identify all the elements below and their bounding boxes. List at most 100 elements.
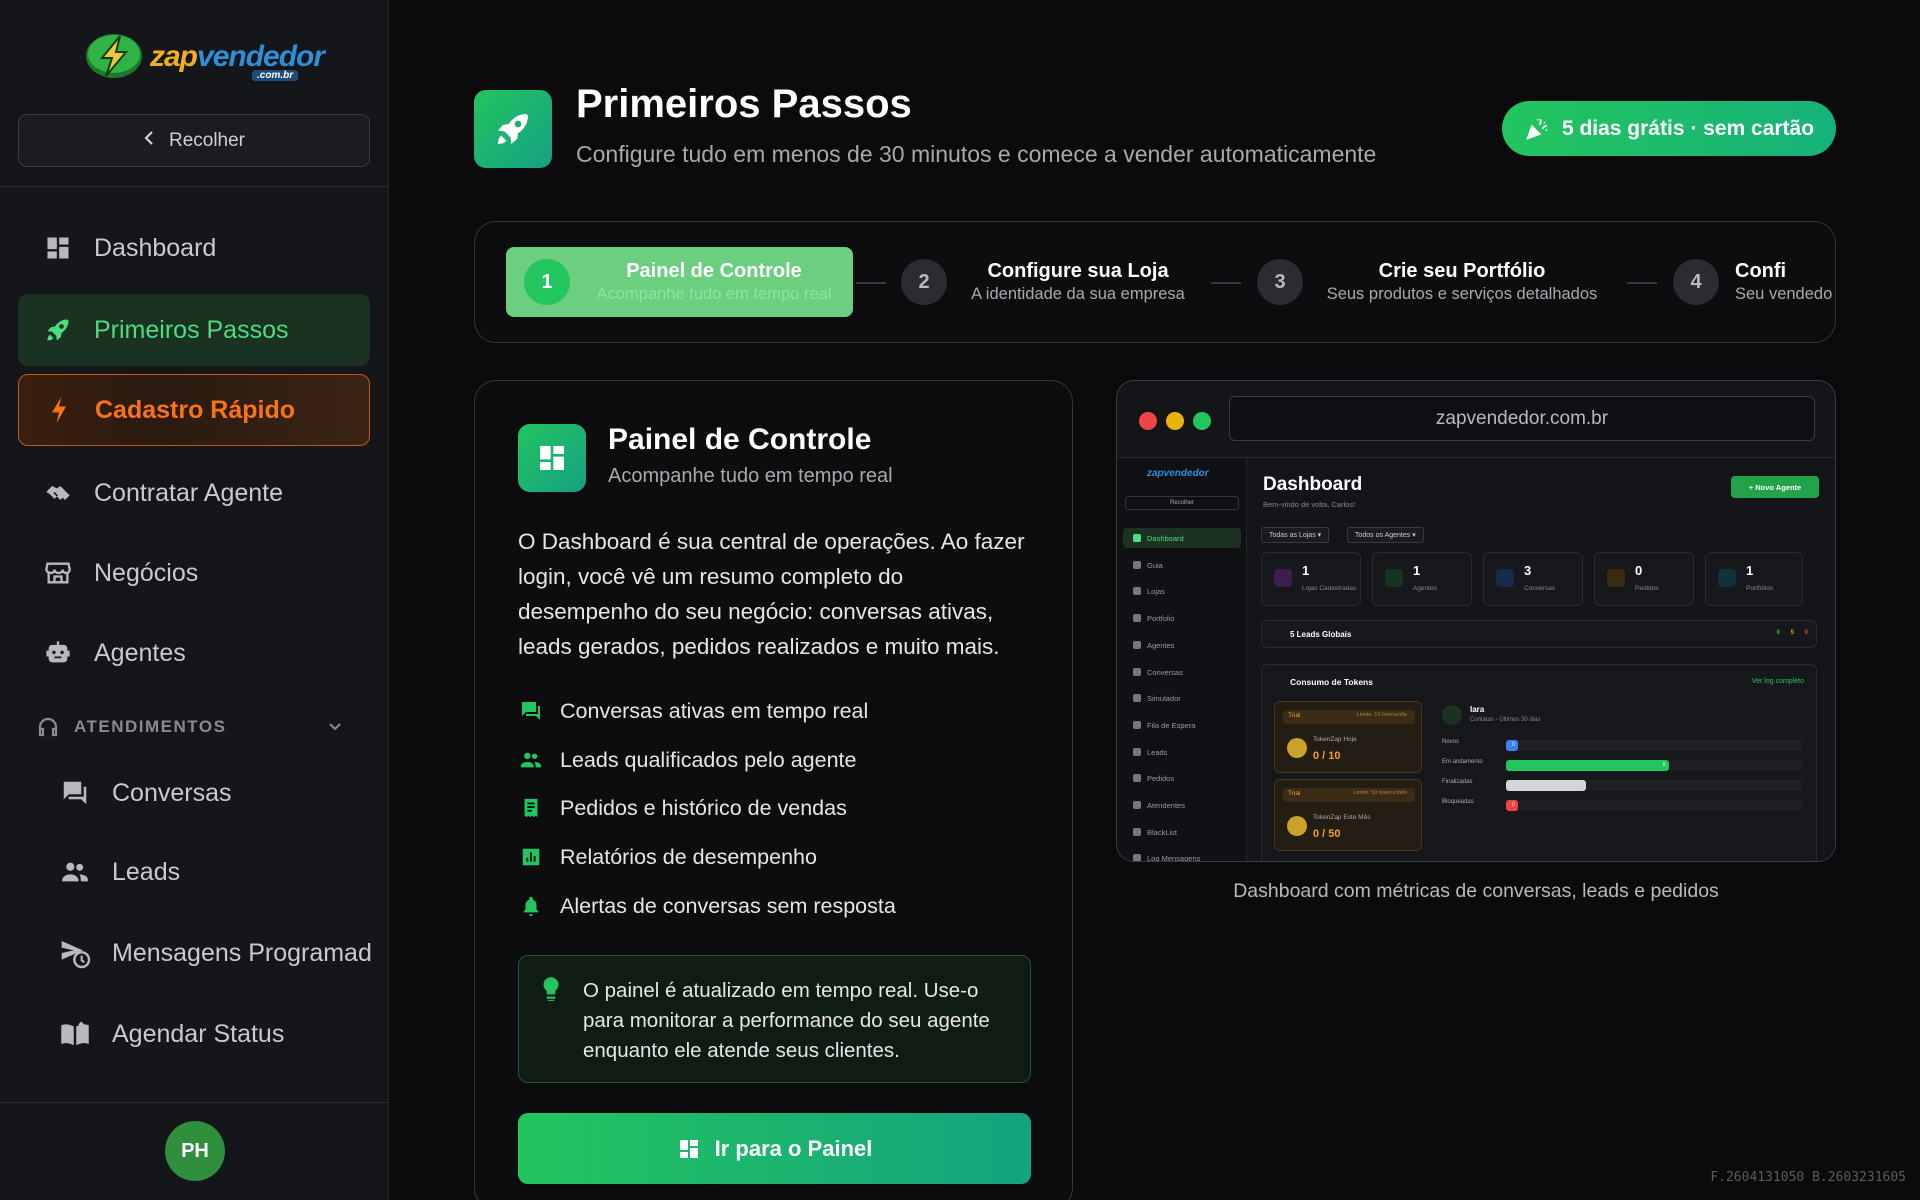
feature-item: Alertas de conversas sem resposta (518, 891, 896, 921)
tip-box: O painel é atualizado em tempo real. Use… (518, 955, 1031, 1083)
preview-caption: Dashboard com métricas de conversas, lea… (1233, 880, 1719, 902)
bell-icon (518, 893, 544, 919)
bolt-icon (43, 394, 75, 426)
divider (0, 1102, 389, 1103)
sidebar-item-dashboard[interactable]: Dashboard (18, 212, 370, 284)
window-maximize-dot (1193, 412, 1211, 430)
scheduled-send-icon (58, 936, 92, 970)
divider (0, 186, 389, 187)
tip-text: O painel é atualizado em tempo real. Use… (583, 979, 990, 1062)
preview-screenshot: zapvendedor Recolher Dashboard Guia Loja… (1117, 457, 1835, 861)
sidebar-item-negocios[interactable]: Negócios (18, 537, 370, 609)
robot-icon (42, 637, 74, 669)
sidebar-item-label: Primeiros Passos (94, 315, 289, 344)
avatar[interactable]: PH (165, 1121, 225, 1181)
preview-sidebar: zapvendedor Recolher Dashboard Guia Loja… (1117, 458, 1247, 861)
chat-icon (58, 776, 92, 810)
preview-stat-card: 1 Lojas Cadastradas (1261, 552, 1361, 606)
step-2[interactable]: 2 Configure sua Loja A identidade da sua… (901, 247, 1193, 317)
dashboard-preview: zapvendedor.com.br zapvendedor Recolher … (1116, 380, 1836, 862)
sidebar-item-label: Contratar Agente (94, 478, 284, 507)
preview-nav-item: Leads (1123, 742, 1241, 762)
feature-item: Conversas ativas em tempo real (518, 696, 868, 726)
feature-label: Relatórios de desempenho (560, 844, 817, 869)
preview-stat-card: 1 Agentes (1372, 552, 1472, 606)
preview-token-card: Trial Limite: 10 tokens/dia TokenZap Hoj… (1274, 701, 1422, 773)
sidebar-item-label: Agentes (94, 638, 186, 667)
preview-welcome: Bem-vindo de volta, Carlos! (1263, 500, 1356, 509)
sidebar-item-conversas[interactable]: Conversas (36, 757, 376, 829)
step-title: Crie seu Portfólio (1378, 260, 1546, 282)
sidebar-item-cadastro-rapido[interactable]: Cadastro Rápido (18, 374, 370, 446)
collapse-label: Recolher (168, 129, 246, 151)
window-close-dot (1139, 412, 1157, 430)
step-desc: Seus produtos e serviços detalhados (1326, 285, 1598, 303)
preview-nav-item: Log Mensagens (1123, 848, 1241, 861)
feature-label: Alertas de conversas sem resposta (560, 893, 896, 918)
preview-logo: zapvendedor (1147, 468, 1209, 479)
preview-nav-item: BlackList (1123, 822, 1241, 842)
trial-badge[interactable]: 5 dias grátis · sem cartão (1502, 101, 1836, 156)
report-icon (518, 844, 544, 870)
preview-agent-stats: Iara Contatos - Últimos 30 dias Novos 0 Em… (1434, 701, 1806, 851)
step-number: 3 (1257, 259, 1303, 305)
onboarding-stepper: 1 Painel de Controle Acompanhe tudo em t… (474, 221, 1836, 343)
sidebar-item-leads[interactable]: Leads (36, 836, 376, 908)
card-title: Painel de Controle (608, 423, 872, 456)
preview-new-agent-button: + Novo Agente (1731, 476, 1819, 498)
dashboard-icon (42, 232, 74, 264)
feature-label: Leads qualificados pelo agente (560, 747, 857, 772)
sidebar-item-label: Dashboard (94, 233, 217, 262)
preview-stat-card: 1 Portfólios (1705, 552, 1803, 606)
step-number: 4 (1673, 259, 1719, 305)
sidebar-item-label: Leads (112, 857, 181, 886)
sidebar-item-contratar-agente[interactable]: Contratar Agente (18, 457, 370, 529)
rocket-icon (42, 314, 74, 346)
window-minimize-dot (1166, 412, 1184, 430)
brand-name: zapvendedor (150, 40, 325, 73)
sidebar-item-primeiros-passos[interactable]: Primeiros Passos (18, 294, 370, 366)
step-3[interactable]: 3 Crie seu Portfólio Seus produtos e ser… (1257, 247, 1607, 317)
rocket-icon (498, 114, 528, 144)
bolt-logo-icon (86, 34, 142, 78)
store-icon (42, 557, 74, 589)
sidebar-item-mensagens-programadas[interactable]: Mensagens Programad (36, 917, 376, 989)
preview-nav-item: Conversas (1123, 662, 1241, 682)
step-title: Painel de Controle (626, 260, 802, 282)
card-icon (518, 424, 586, 492)
sidebar-item-agentes[interactable]: Agentes (18, 617, 370, 689)
chevron-left-icon (143, 130, 155, 152)
feature-label: Conversas ativas em tempo real (560, 698, 869, 723)
preview-collapse: Recolher (1125, 496, 1239, 510)
section-label: ATENDIMENTOS (74, 717, 227, 736)
sidebar-item-agendar-status[interactable]: Agendar Status (36, 998, 376, 1070)
people-icon (58, 855, 92, 889)
sidebar-item-label: Conversas (112, 778, 232, 807)
brand-logo[interactable]: zapvendedor .com.br (84, 28, 325, 84)
page-title: Primeiros Passos (576, 82, 912, 126)
preview-stat-card: 3 Conversas (1483, 552, 1583, 606)
preview-filter-agentes: Todos os Agentes ▾ (1347, 527, 1424, 543)
step-title: Configure sua Loja (987, 260, 1169, 282)
step-connector (856, 282, 886, 284)
preview-agent-row: Novos 0 (1442, 739, 1802, 751)
step-connector (1211, 282, 1241, 284)
trial-badge-label: 5 dias grátis · sem cartão (1561, 116, 1815, 140)
collapse-button[interactable]: Recolher (18, 114, 370, 167)
go-to-dashboard-button[interactable]: Ir para o Painel (518, 1113, 1031, 1184)
headset-icon (36, 715, 60, 739)
go-button-label: Ir para o Painel (714, 1135, 873, 1161)
preview-token-card: Trial Limite: 50 tokens/mês TokenZap Est… (1274, 779, 1422, 851)
step-4[interactable]: 4 Confi Seu vendedo (1673, 247, 1832, 317)
section-atendimentos[interactable]: ATENDIMENTOS (36, 712, 356, 742)
step-1[interactable]: 1 Painel de Controle Acompanhe tudo em t… (506, 247, 853, 317)
step-connector (1627, 282, 1657, 284)
step-number: 1 (524, 259, 570, 305)
preview-title: Dashboard (1263, 474, 1363, 495)
feature-label: Pedidos e histórico de vendas (560, 795, 847, 820)
lightbulb-icon (541, 976, 561, 1011)
dashboard-icon (677, 1137, 701, 1161)
receipt-icon (518, 795, 544, 821)
preview-nav-item: Lojas (1123, 581, 1241, 601)
sidebar-item-label: Cadastro Rápido (95, 395, 296, 424)
